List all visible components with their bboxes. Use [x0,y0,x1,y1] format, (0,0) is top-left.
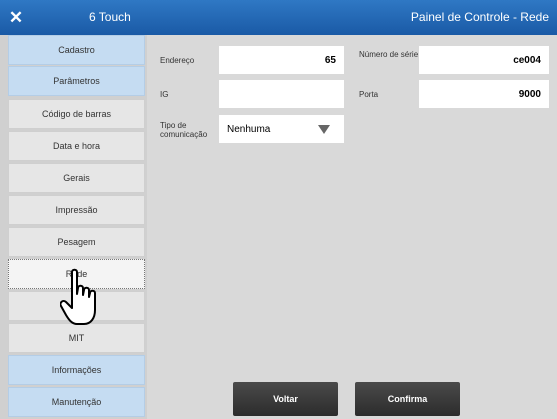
content-panel: Endereço 65 Número de série ce004 IG Por… [147,35,557,419]
sidebar-item-pesagem[interactable]: Pesagem [8,227,145,257]
sidebar-item-informacoes[interactable]: Informações [8,355,145,385]
close-icon[interactable]: ✕ [6,8,26,28]
confirma-button[interactable]: Confirma [355,382,460,416]
sidebar-item-impressao[interactable]: Impressão [8,195,145,225]
numero-serie-label: Número de série [359,50,419,59]
title-bar: ✕ 6 Touch Painel de Controle - Rede [0,0,557,35]
sidebar-item-data-e-hora[interactable]: Data e hora [8,131,145,161]
numero-serie-field[interactable]: ce004 [419,46,549,74]
sidebar-item-parametros[interactable]: Parâmetros [8,66,145,96]
panel-title: Painel de Controle - Rede [410,10,549,24]
sidebar: Cadastro Parâmetros Código de barras Dat… [0,35,147,419]
hand-pointer-icon [60,268,96,325]
endereco-label: Endereço [160,56,195,65]
sidebar-item-cadastro[interactable]: Cadastro [8,35,145,65]
endereco-field[interactable]: 65 [219,46,344,74]
sidebar-item-gerais[interactable]: Gerais [8,163,145,193]
sidebar-item-manutencao[interactable]: Manutenção [8,387,145,417]
tipo-comunicacao-label: Tipo de comunicação [160,121,208,139]
app-title: 6 Touch [89,10,131,24]
sidebar-item-codigo-de-barras[interactable]: Código de barras [8,99,145,129]
tipo-comunicacao-value: Nenhuma [227,123,271,135]
ig-label: IG [160,90,169,99]
ig-field[interactable] [219,80,344,108]
dropdown-arrow-icon [318,125,330,134]
tipo-comunicacao-select[interactable]: Nenhuma [219,115,344,143]
voltar-button[interactable]: Voltar [233,382,338,416]
porta-label: Porta [359,90,379,99]
porta-field[interactable]: 9000 [419,80,549,108]
